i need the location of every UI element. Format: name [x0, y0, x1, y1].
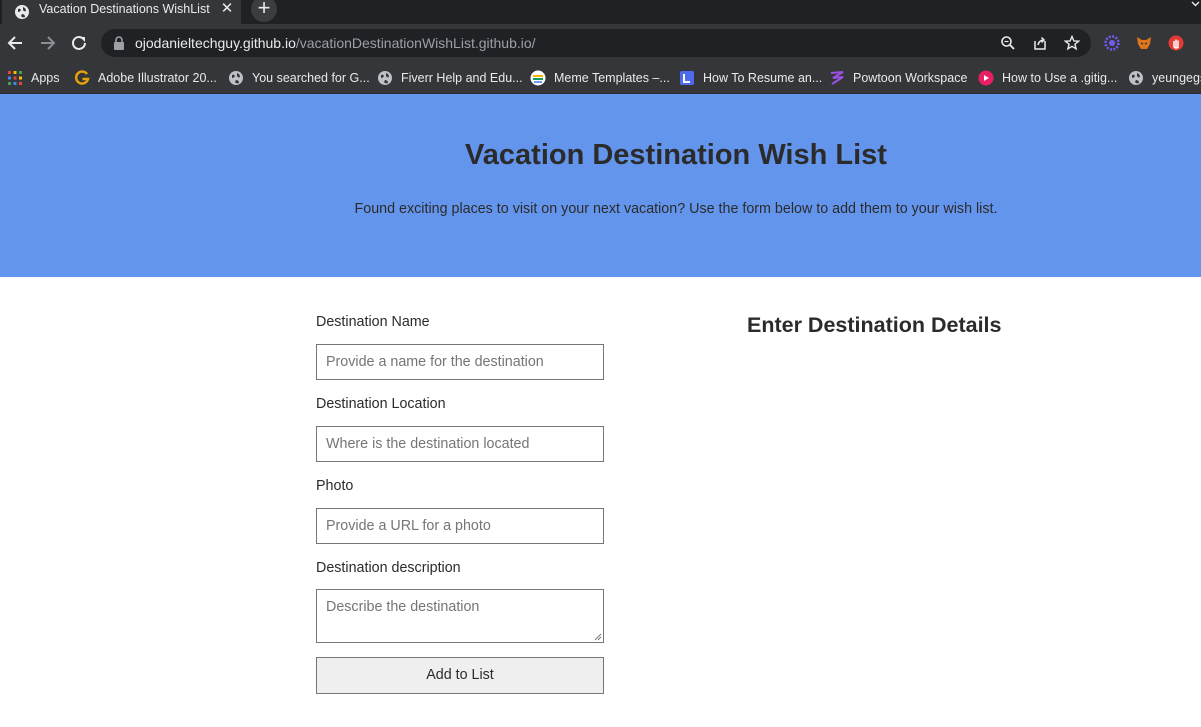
- red-hand-extension-icon[interactable]: [1168, 35, 1184, 51]
- page-subtitle: Found exciting places to visit on your n…: [354, 201, 998, 217]
- fox-extension-icon[interactable]: [1136, 35, 1152, 51]
- resize-grip-icon[interactable]: [593, 632, 602, 641]
- details-heading: Enter Destination Details: [747, 313, 1002, 337]
- lock-icon[interactable]: [113, 36, 125, 50]
- photo-label: Photo: [316, 478, 354, 494]
- bookmark-label: Fiverr Help and Edu...: [401, 71, 523, 85]
- bookmark-how-to-resume[interactable]: How To Resume an...: [679, 68, 822, 88]
- bookmark-fiverr-help[interactable]: Fiverr Help and Edu...: [377, 68, 523, 88]
- back-arrow-icon[interactable]: [5, 32, 27, 54]
- bookmark-label: yeungegs: [1152, 71, 1201, 85]
- bookmark-apps[interactable]: Apps: [7, 68, 60, 88]
- globe-icon: [15, 5, 29, 19]
- bookmark-powtoon[interactable]: Powtoon Workspace: [829, 68, 967, 88]
- forward-arrow-icon[interactable]: [36, 32, 58, 54]
- bookmark-label: Meme Templates –...: [554, 71, 670, 85]
- new-tab-button[interactable]: +: [251, 0, 277, 22]
- bookmark-label: Powtoon Workspace: [853, 71, 968, 85]
- apps-grid-icon: [8, 71, 22, 85]
- page-title: Vacation Destination Wish List: [465, 139, 887, 171]
- reload-icon[interactable]: [68, 32, 90, 54]
- destination-location-input[interactable]: [316, 426, 604, 462]
- powtoon-icon: [830, 71, 844, 85]
- bookmark-yeungegs[interactable]: yeungegs: [1128, 68, 1201, 88]
- destination-description-textarea[interactable]: [316, 589, 604, 643]
- globe-icon: [1129, 71, 1143, 85]
- share-icon[interactable]: [1032, 35, 1048, 51]
- url-path: /vacationDestinationWishList.github.io/: [295, 35, 536, 51]
- chevron-down-icon[interactable]: [1190, 0, 1201, 10]
- bookmark-label: Adobe Illustrator 20...: [98, 71, 217, 85]
- bookmark-label: You searched for G...: [252, 71, 370, 85]
- destination-location-label: Destination Location: [316, 396, 446, 412]
- bookmark-gitignore[interactable]: How to Use a .gitig...: [978, 68, 1117, 88]
- browser-tab[interactable]: Vacation Destinations WishList ✕: [2, 0, 241, 24]
- play-circle-icon: [978, 70, 994, 86]
- globe-icon: [229, 71, 243, 85]
- close-tab-icon[interactable]: ✕: [220, 1, 234, 16]
- hero-banner: Vacation Destination Wish List Found exc…: [0, 94, 1201, 277]
- zoom-icon[interactable]: [1000, 35, 1016, 51]
- bookmark-label: Apps: [31, 71, 60, 85]
- bookmark-star-icon[interactable]: [1064, 35, 1080, 51]
- add-to-list-button[interactable]: Add to List: [316, 657, 604, 694]
- photo-url-input[interactable]: [316, 508, 604, 544]
- destination-name-input[interactable]: [316, 344, 604, 380]
- gear-flower-extension-icon[interactable]: [1104, 35, 1120, 51]
- destination-name-label: Destination Name: [316, 314, 430, 330]
- address-bar[interactable]: ojodanieltechguy.github.io/vacationDesti…: [101, 29, 1091, 57]
- g-logo-icon: [75, 70, 90, 85]
- browser-toolbar: ojodanieltechguy.github.io/vacationDesti…: [0, 24, 1201, 62]
- bookmark-meme-templates[interactable]: Meme Templates –...: [530, 68, 670, 88]
- bookmark-label: How To Resume an...: [703, 71, 823, 85]
- url-text[interactable]: ojodanieltechguy.github.io/vacationDesti…: [135, 35, 536, 51]
- destination-description-label: Destination description: [316, 560, 461, 576]
- tab-title: Vacation Destinations WishList: [39, 2, 210, 16]
- browser-tab-strip: Vacation Destinations WishList ✕ +: [0, 0, 1201, 24]
- url-host: ojodanieltechguy.github.io: [135, 35, 296, 51]
- doc-site-icon: [680, 71, 694, 85]
- bookmark-label: How to Use a .gitig...: [1002, 71, 1118, 85]
- bookmark-adobe-illustrator[interactable]: Adobe Illustrator 20...: [74, 68, 217, 88]
- bookmark-you-searched[interactable]: You searched for G...: [228, 68, 370, 88]
- globe-icon: [378, 71, 392, 85]
- meme-site-icon: [530, 70, 546, 86]
- bookmarks-bar: Apps Adobe Illustrator 20... You searche…: [0, 62, 1201, 94]
